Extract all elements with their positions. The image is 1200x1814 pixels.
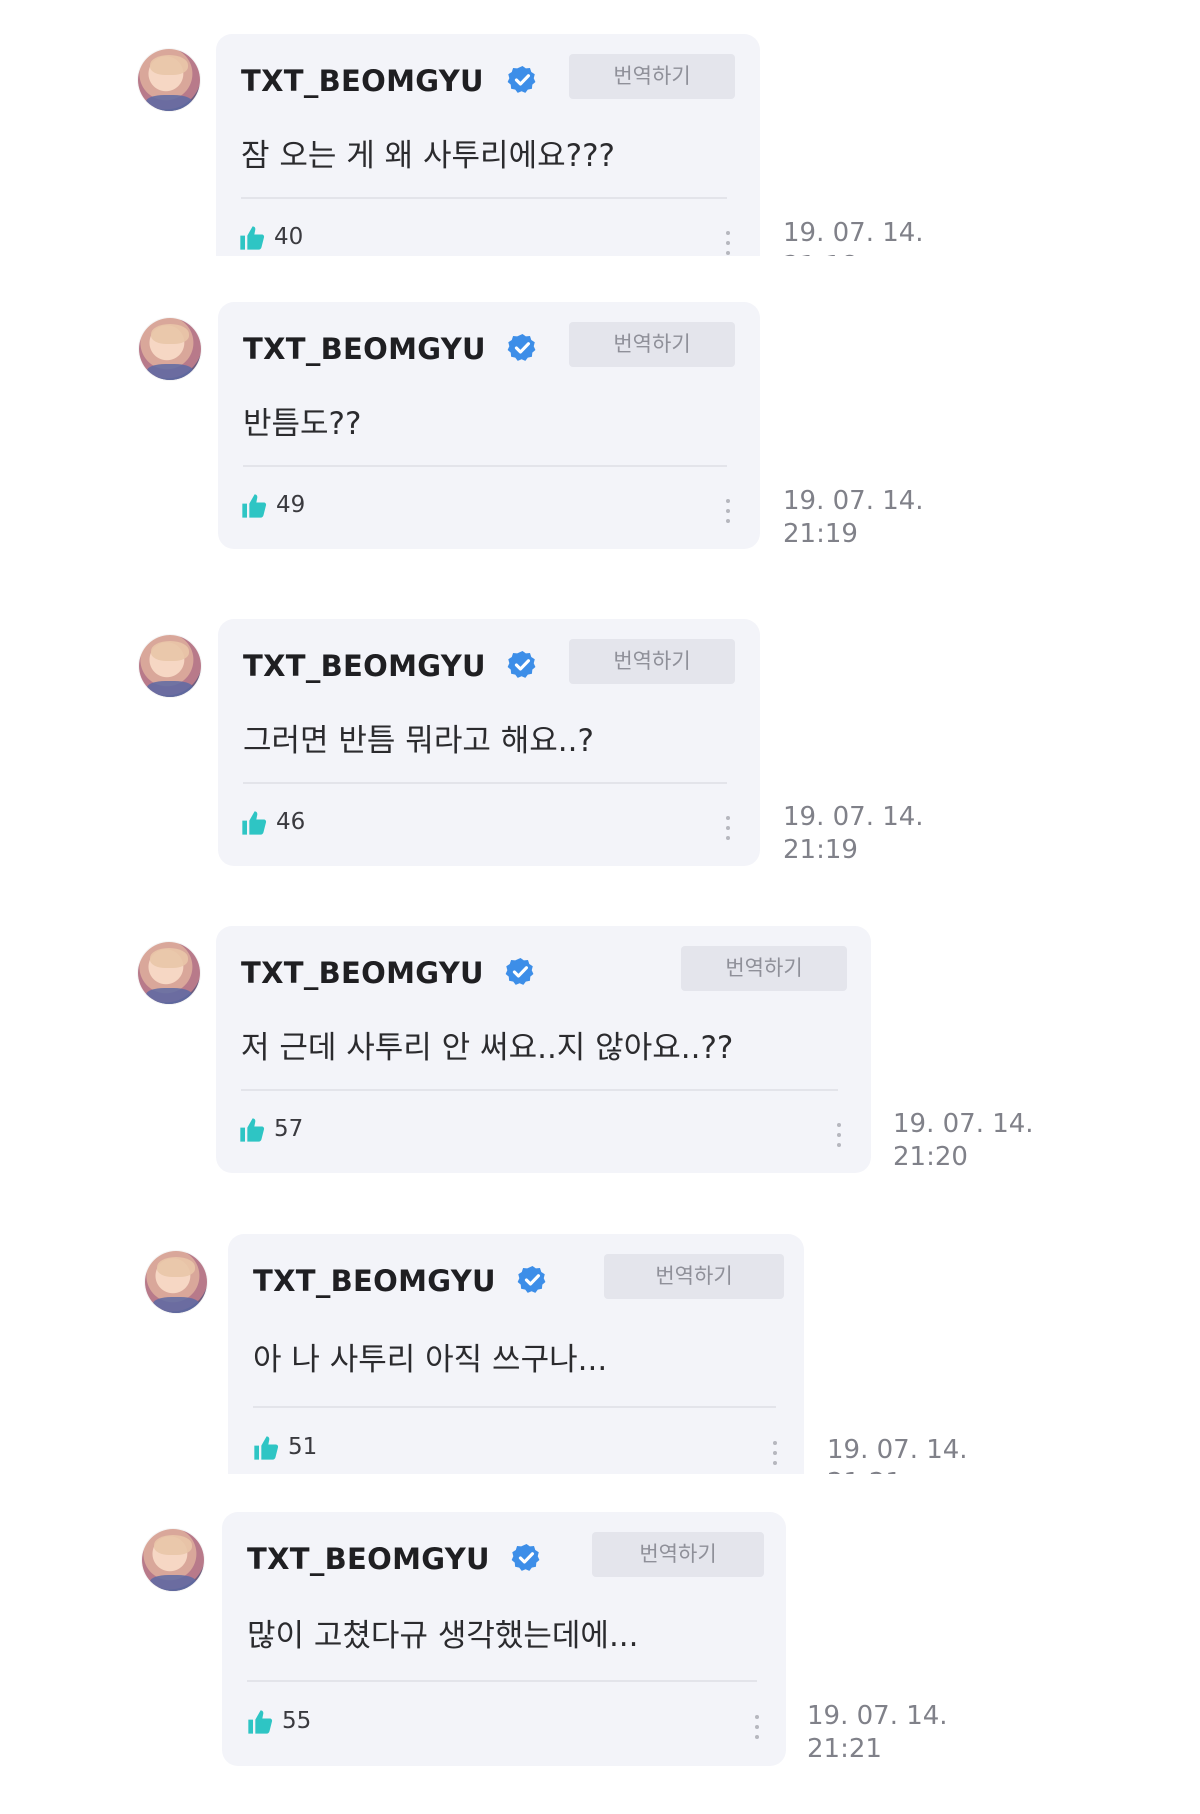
thumbs-up-icon[interactable] <box>252 1434 280 1462</box>
username[interactable]: TXT_BEOMGYU <box>253 1264 496 1298</box>
comment-text: 그러면 반틈 뭐라고 해요..? <box>243 723 594 759</box>
avatar[interactable] <box>138 942 200 1004</box>
like-count: 55 <box>282 1708 312 1734</box>
translate-button[interactable]: 번역하기 <box>592 1532 764 1577</box>
timestamp-date: 19. 07. 14. <box>783 218 924 248</box>
avatar[interactable] <box>145 1251 207 1313</box>
timestamp-time: 21:18 <box>783 250 924 256</box>
more-vertical-icon[interactable] <box>772 1440 778 1466</box>
timestamp-time: 21:20 <box>893 1142 968 1172</box>
divider <box>253 1406 776 1408</box>
timestamp: 19. 07. 14. 21:19 <box>783 801 924 867</box>
timestamp-date: 19. 07. 14. <box>807 1701 948 1731</box>
comment-bubble: TXT_BEOMGYU 번역하기 저 근데 사투리 안 써요..지 않아요..?… <box>216 926 871 1173</box>
like-count: 51 <box>288 1434 318 1460</box>
timestamp-area: 19. 07. 14. 21:18 <box>783 217 943 256</box>
comment-text: 잠 오는 게 왜 사투리에요??? <box>241 138 615 174</box>
timestamp-date: 19. 07. 14. <box>783 486 924 516</box>
comment-bubble: TXT_BEOMGYU 번역하기 그러면 반틈 뭐라고 해요..? 46 <box>218 619 760 866</box>
divider <box>247 1680 757 1682</box>
translate-button[interactable]: 번역하기 <box>569 322 735 367</box>
translate-button[interactable]: 번역하기 <box>681 946 847 991</box>
divider <box>241 197 727 199</box>
verified-badge-icon <box>507 650 536 678</box>
timestamp-date: 19. 07. 14. <box>827 1435 968 1465</box>
like-count: 49 <box>276 492 306 518</box>
comment-text: 많이 고쳤다규 생각했는데에... <box>247 1618 639 1654</box>
verified-badge-icon <box>507 65 536 93</box>
timestamp-time: 21:19 <box>783 519 858 549</box>
timestamp-time: 21:21 <box>807 1734 882 1764</box>
translate-button[interactable]: 번역하기 <box>569 54 735 99</box>
more-vertical-icon[interactable] <box>836 1122 842 1148</box>
comment-bubble: TXT_BEOMGYU 번역하기 아 나 사투리 아직 쓰구나... 51 <box>228 1234 804 1474</box>
comment-text: 반틈도?? <box>243 406 362 442</box>
username[interactable]: TXT_BEOMGYU <box>241 64 484 98</box>
like-count: 40 <box>274 224 304 250</box>
translate-button[interactable]: 번역하기 <box>569 639 735 684</box>
divider <box>243 782 727 784</box>
comment-text: 저 근데 사투리 안 써요..지 않아요..?? <box>241 1030 734 1066</box>
username[interactable]: TXT_BEOMGYU <box>243 332 486 366</box>
avatar[interactable] <box>139 635 201 697</box>
avatar[interactable] <box>138 49 200 111</box>
more-vertical-icon[interactable] <box>725 815 731 841</box>
thumbs-up-icon[interactable] <box>246 1708 274 1736</box>
more-vertical-icon[interactable] <box>754 1714 760 1740</box>
timestamp-time: 21:21 <box>827 1467 968 1474</box>
username[interactable]: TXT_BEOMGYU <box>247 1542 490 1576</box>
thumbs-up-icon[interactable] <box>240 492 268 520</box>
username[interactable]: TXT_BEOMGYU <box>243 649 486 683</box>
translate-button[interactable]: 번역하기 <box>604 1254 784 1299</box>
comment-text: 아 나 사투리 아직 쓰구나... <box>253 1342 608 1378</box>
timestamp-date: 19. 07. 14. <box>893 1109 1034 1139</box>
divider <box>243 465 727 467</box>
thumbs-up-icon[interactable] <box>238 1116 266 1144</box>
like-count: 46 <box>276 809 306 835</box>
timestamp: 19. 07. 14. 21:19 <box>783 485 924 551</box>
comment-bubble: TXT_BEOMGYU 번역하기 반틈도?? 49 <box>218 302 760 549</box>
thumbs-up-icon[interactable] <box>238 224 266 252</box>
timestamp-area: 19. 07. 14. 21:21 <box>827 1434 987 1474</box>
verified-badge-icon <box>505 957 534 985</box>
timestamp-time: 21:19 <box>783 835 858 865</box>
timestamp: 19. 07. 14. 21:21 <box>827 1434 968 1474</box>
timestamp: 19. 07. 14. 21:18 <box>783 217 924 256</box>
timestamp-date: 19. 07. 14. <box>783 802 924 832</box>
verified-badge-icon <box>507 333 536 361</box>
avatar[interactable] <box>142 1529 204 1591</box>
timestamp: 19. 07. 14. 21:20 <box>893 1108 1034 1174</box>
timestamp: 19. 07. 14. 21:21 <box>807 1700 948 1766</box>
comment-bubble: TXT_BEOMGYU 번역하기 많이 고쳤다규 생각했는데에... 55 <box>222 1512 786 1766</box>
like-count: 57 <box>274 1116 304 1142</box>
avatar[interactable] <box>139 318 201 380</box>
verified-badge-icon <box>517 1265 546 1293</box>
more-vertical-icon[interactable] <box>725 230 731 256</box>
comment-bubble: TXT_BEOMGYU 번역하기 잠 오는 게 왜 사투리에요??? 40 <box>216 34 760 256</box>
divider <box>241 1089 838 1091</box>
verified-badge-icon <box>511 1543 540 1571</box>
thumbs-up-icon[interactable] <box>240 809 268 837</box>
username[interactable]: TXT_BEOMGYU <box>241 956 484 990</box>
more-vertical-icon[interactable] <box>725 498 731 524</box>
